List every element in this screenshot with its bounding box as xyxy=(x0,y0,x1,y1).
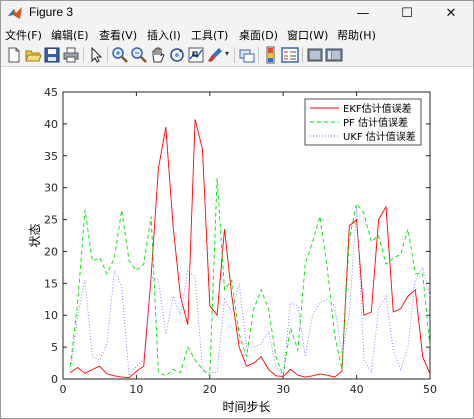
maximize-icon: ☐ xyxy=(401,5,413,21)
maximize-button[interactable]: ☐ xyxy=(385,1,429,25)
legend-icon[interactable] xyxy=(281,46,299,64)
x-tick-label: 40 xyxy=(350,383,364,396)
y-tick-label: 10 xyxy=(44,309,58,322)
menu-bar: 文件(F) 编辑(E) 查看(V) 插入(I) 工具(T) 桌面(D) 窗口(W… xyxy=(1,25,473,43)
close-button[interactable]: ✕ xyxy=(429,1,473,25)
brush-icon[interactable] xyxy=(206,46,224,64)
menu-desktop[interactable]: 桌面(D) xyxy=(239,27,278,43)
legend-label-ekf: EKF估计值误差 xyxy=(343,102,412,115)
figure-toolbar: ▾ xyxy=(1,43,473,67)
toolbar-separator xyxy=(83,47,84,63)
zoom-out-icon[interactable] xyxy=(130,46,148,64)
plot-svg[interactable]: 0 10 20 30 40 50 0 5 10 15 20 25 30 35 40 45 状态 时间步长 EK… xyxy=(1,68,473,418)
data-cursor-icon[interactable] xyxy=(187,46,205,64)
series-line-pf[interactable] xyxy=(69,178,431,378)
menu-view[interactable]: 查看(V) xyxy=(99,27,137,43)
legend[interactable]: EKF估计值误差 PF 估计值误差 UKF 估计值误差 xyxy=(304,98,422,146)
series-line-ekf[interactable] xyxy=(70,119,431,379)
zoom-in-icon[interactable] xyxy=(111,46,129,64)
link-icon[interactable] xyxy=(238,46,256,64)
x-tick-label: 20 xyxy=(203,383,217,396)
pan-icon[interactable] xyxy=(149,46,167,64)
window-title: Figure 3 xyxy=(29,5,74,19)
title-bar[interactable]: Figure 3 — ☐ ✕ xyxy=(1,1,473,25)
figure-canvas: 0 10 20 30 40 50 0 5 10 15 20 25 30 35 40 45 状态 时间步长 EK… xyxy=(1,68,473,418)
toolbar-separator xyxy=(234,47,235,63)
x-tick-label: 0 xyxy=(60,383,67,396)
minimize-button[interactable]: — xyxy=(341,1,385,25)
menu-help[interactable]: 帮助(H) xyxy=(337,27,376,43)
y-tick-label: 5 xyxy=(51,341,58,354)
close-icon: ✕ xyxy=(445,5,457,21)
figure-window: Figure 3 — ☐ ✕ 文件(F) 编辑(E) 查看(V) 插入(I) 工… xyxy=(0,0,474,419)
y-tick-label: 35 xyxy=(44,150,58,163)
x-tick-label: 50 xyxy=(423,383,437,396)
brush-dropdown-icon[interactable]: ▾ xyxy=(225,49,229,58)
menu-window[interactable]: 窗口(W) xyxy=(287,27,328,43)
y-tick-label: 30 xyxy=(44,182,58,195)
y-tick-label: 45 xyxy=(44,86,58,99)
x-axis-label: 时间步长 xyxy=(222,400,270,414)
open-file-icon[interactable] xyxy=(24,46,42,64)
rotate-3d-icon[interactable] xyxy=(168,46,186,64)
menu-insert[interactable]: 插入(I) xyxy=(147,27,181,43)
legend-label-pf: PF 估计值误差 xyxy=(343,116,408,129)
y-tick-label: 40 xyxy=(44,118,58,131)
y-tick-label: 20 xyxy=(44,245,58,258)
legend-label-ukf: UKF 估计值误差 xyxy=(343,130,416,143)
y-tick-label: 25 xyxy=(44,214,58,227)
print-icon[interactable] xyxy=(62,46,80,64)
series-line-ukf[interactable] xyxy=(69,206,431,378)
show-plot-tools-icon[interactable] xyxy=(325,46,343,64)
y-tick-label: 0 xyxy=(51,373,58,386)
x-tick-label: 10 xyxy=(129,383,143,396)
series-layer xyxy=(69,119,431,379)
y-axis-label: 状态 xyxy=(28,223,42,247)
colorbar-icon[interactable] xyxy=(262,46,280,64)
menu-edit[interactable]: 编辑(E) xyxy=(51,27,89,43)
menu-file[interactable]: 文件(F) xyxy=(5,27,42,43)
toolbar-separator xyxy=(258,47,259,63)
toolbar-separator xyxy=(107,47,108,63)
y-tick-label: 15 xyxy=(44,277,58,290)
pointer-icon[interactable] xyxy=(87,46,105,64)
toolbar-separator xyxy=(302,47,303,63)
matlab-app-icon xyxy=(8,7,22,19)
save-icon[interactable] xyxy=(43,46,61,64)
new-figure-icon[interactable] xyxy=(5,46,23,64)
hide-plot-tools-icon[interactable] xyxy=(306,46,324,64)
x-tick-label: 30 xyxy=(276,383,290,396)
menu-tools[interactable]: 工具(T) xyxy=(191,27,228,43)
minimize-icon: — xyxy=(356,5,370,21)
